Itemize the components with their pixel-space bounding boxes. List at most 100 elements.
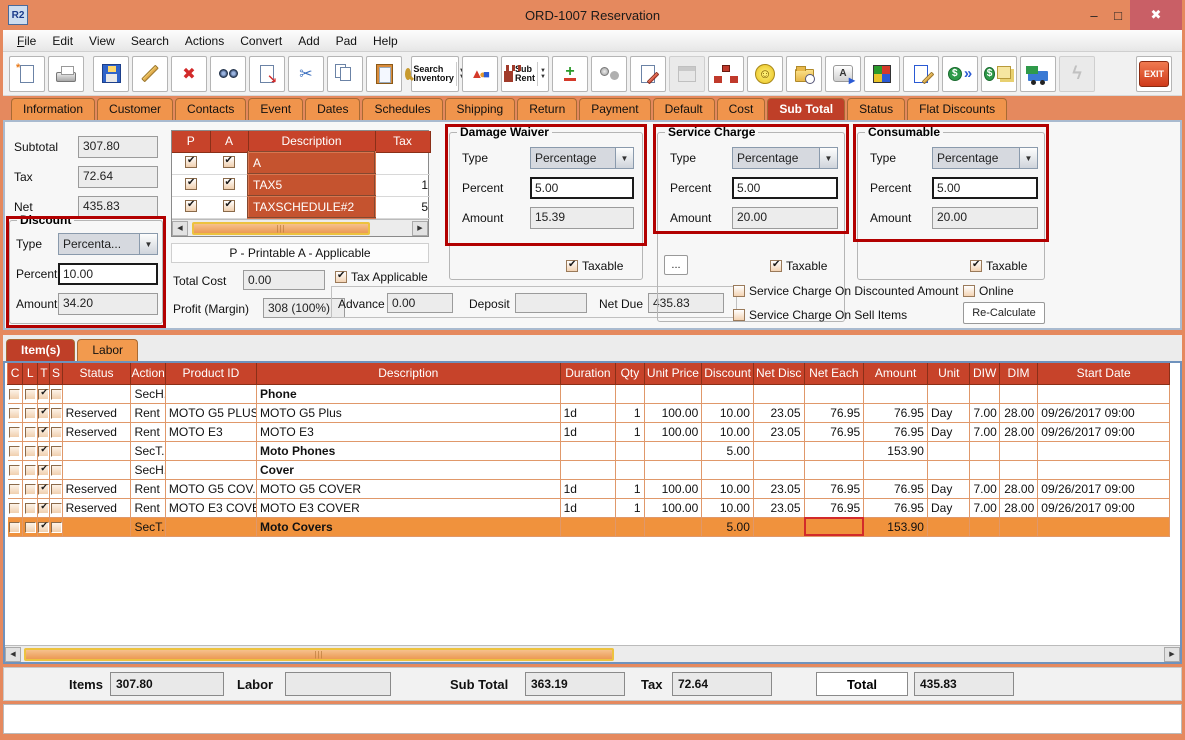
cell-diw[interactable]: 7.00 — [970, 479, 999, 498]
cell-diw[interactable]: 7.00 — [970, 498, 999, 517]
cell-amount[interactable]: 153.90 — [864, 441, 928, 460]
cell-status[interactable] — [62, 460, 131, 479]
checkbox-icon[interactable] — [9, 389, 20, 400]
checkbox-icon[interactable] — [223, 156, 235, 168]
scroll-left-icon[interactable]: ◀ — [172, 221, 188, 236]
cell-unit-price[interactable] — [644, 384, 702, 403]
cell-duration[interactable]: 1d — [560, 498, 616, 517]
column-header-net-disc[interactable]: Net Disc — [753, 363, 804, 384]
column-header-unit[interactable]: Unit — [927, 363, 970, 384]
save-button[interactable] — [93, 56, 129, 92]
checkbox-icon[interactable] — [51, 522, 62, 533]
minimize-button[interactable]: – — [1082, 0, 1106, 30]
checkbox-icon[interactable] — [185, 156, 197, 168]
column-header-status[interactable]: Status — [62, 363, 131, 384]
cell-discount[interactable] — [702, 460, 754, 479]
cell-unit[interactable] — [927, 517, 970, 536]
cell-amount[interactable] — [864, 384, 928, 403]
tax-col-a[interactable]: A — [210, 131, 248, 152]
cell-amount[interactable] — [864, 460, 928, 479]
table-row[interactable]: SecH...Cover — [8, 460, 1170, 479]
tax-value-cell[interactable]: 1 — [375, 174, 430, 196]
menu-view[interactable]: View — [81, 32, 123, 50]
cell-description[interactable]: Phone — [256, 384, 560, 403]
checkbox-icon[interactable] — [9, 427, 20, 438]
checkbox-icon[interactable] — [25, 503, 36, 514]
chevron-down-icon[interactable]: ▼ — [615, 148, 633, 168]
cell-start-date[interactable]: 09/26/2017 09:00 — [1038, 422, 1170, 441]
cell-action[interactable]: SecT... — [131, 441, 165, 460]
checkbox-icon[interactable] — [51, 427, 62, 438]
cell-unit[interactable]: Day — [927, 479, 970, 498]
delivery-button[interactable] — [1020, 56, 1056, 92]
checkbox-icon[interactable] — [51, 484, 62, 495]
cell-l[interactable] — [23, 498, 38, 517]
cell-product-id[interactable] — [165, 441, 256, 460]
cell-qty[interactable]: 1 — [616, 422, 644, 441]
cell-action[interactable]: Rent — [131, 403, 165, 422]
cell-net-each[interactable]: 76.95 — [804, 479, 864, 498]
smiley-button[interactable]: ☺ — [747, 56, 783, 92]
column-header-discount[interactable]: Discount — [702, 363, 754, 384]
column-header-action[interactable]: Action — [131, 363, 165, 384]
menu-help[interactable]: Help — [365, 32, 406, 50]
total-cost-field[interactable]: 0.00 — [243, 270, 325, 290]
tax-table-row[interactable]: TAX51 — [172, 174, 430, 196]
cell-status[interactable]: Reserved — [62, 403, 131, 422]
tab-labor[interactable]: Labor — [77, 339, 138, 361]
edit-document-button[interactable] — [903, 56, 939, 92]
cell-net-disc[interactable] — [753, 460, 804, 479]
cell-t[interactable] — [38, 498, 50, 517]
cell-qty[interactable]: 1 — [616, 479, 644, 498]
service-charge-amount-field[interactable]: 20.00 — [732, 207, 838, 229]
cell-t[interactable] — [38, 384, 50, 403]
cell-duration[interactable] — [560, 460, 616, 479]
tax-description-cell[interactable]: TAX5 — [248, 174, 375, 196]
paste-button[interactable] — [366, 56, 402, 92]
tax-field[interactable]: 72.64 — [78, 166, 158, 188]
checkbox-icon[interactable] — [25, 427, 36, 438]
sc-sell-checkbox[interactable] — [733, 309, 745, 321]
online-checkbox[interactable] — [963, 285, 975, 297]
cell-c[interactable] — [8, 479, 23, 498]
cell-action[interactable]: SecH... — [131, 384, 165, 403]
table-row[interactable]: SecT...Moto Phones5.00153.90 — [8, 441, 1170, 460]
subtotal-field[interactable]: 307.80 — [78, 136, 158, 158]
discount-amount-field[interactable]: 34.20 — [58, 293, 158, 315]
tax-table-row[interactable]: TAXSCHEDULE#25 — [172, 196, 430, 218]
cell-unit[interactable]: Day — [927, 422, 970, 441]
tax-p-checkbox-cell[interactable] — [172, 174, 210, 196]
column-header-amount[interactable]: Amount — [864, 363, 928, 384]
summary-items-field[interactable]: 307.80 — [110, 672, 224, 696]
tab-flat-discounts[interactable]: Flat Discounts — [907, 98, 1007, 120]
checkbox-icon[interactable] — [51, 446, 62, 457]
cell-net-each[interactable]: 76.95 — [804, 498, 864, 517]
cell-l[interactable] — [23, 517, 38, 536]
cell-s[interactable] — [50, 403, 62, 422]
tax-a-checkbox-cell[interactable] — [210, 196, 248, 218]
cell-status[interactable]: Reserved — [62, 422, 131, 441]
checkbox-icon[interactable] — [185, 178, 197, 190]
cell-product-id[interactable]: MOTO E3 — [165, 422, 256, 441]
tab-information[interactable]: Information — [11, 98, 95, 120]
cell-diw[interactable]: 7.00 — [970, 422, 999, 441]
cell-duration[interactable] — [560, 384, 616, 403]
cell-discount[interactable]: 10.00 — [702, 479, 754, 498]
cell-qty[interactable] — [616, 517, 644, 536]
cell-description[interactable]: Cover — [256, 460, 560, 479]
tax-col-p[interactable]: P — [172, 131, 210, 152]
copy-button[interactable] — [327, 56, 363, 92]
damage-waiver-amount-field[interactable]: 15.39 — [530, 207, 634, 229]
cell-product-id[interactable]: MOTO E3 COVER — [165, 498, 256, 517]
chevron-down-icon[interactable]: ▼ — [1019, 148, 1037, 168]
tax-description-cell[interactable]: A — [248, 152, 375, 174]
consumable-type-combo[interactable]: Percentage ▼ — [932, 147, 1038, 169]
new-document-button[interactable]: * — [9, 56, 45, 92]
items-scroll-thumb[interactable] — [24, 648, 614, 661]
cell-t[interactable] — [38, 441, 50, 460]
checkbox-icon[interactable] — [51, 389, 62, 400]
cell-net-disc[interactable]: 23.05 — [753, 498, 804, 517]
cell-amount[interactable]: 76.95 — [864, 498, 928, 517]
cell-start-date[interactable] — [1038, 517, 1170, 536]
cell-unit[interactable] — [927, 441, 970, 460]
